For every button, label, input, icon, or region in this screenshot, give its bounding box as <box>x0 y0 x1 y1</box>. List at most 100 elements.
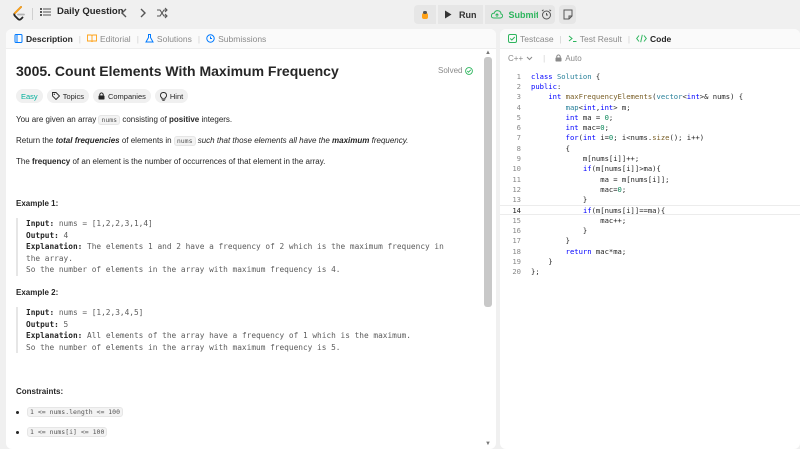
code-line[interactable]: 10 if(m[nums[i]]>ma){ <box>500 164 800 174</box>
line-number: 4 <box>516 102 521 112</box>
example-2-title: Example 2: <box>16 288 59 297</box>
explanation-text: So the number of elements in the array w… <box>26 265 341 274</box>
right-tab-bar: Testcase | Test Result | Code <box>500 29 800 49</box>
code-line[interactable]: 6 int mac=0; <box>500 122 800 132</box>
text: You are given an array <box>16 115 99 124</box>
leetcode-logo-icon[interactable] <box>12 6 26 22</box>
auto-mode-toggle[interactable]: Auto <box>555 54 582 63</box>
line-number: 20 <box>512 267 521 277</box>
bold-text: positive <box>169 115 200 124</box>
line-code: int ma = 0; <box>565 112 614 122</box>
submit-label: Submit <box>508 9 540 20</box>
daily-question-button[interactable]: Daily Question <box>40 6 124 17</box>
italic-text: frequency. <box>369 136 409 145</box>
companies-tag-button[interactable]: Companies <box>92 89 151 103</box>
code-line[interactable]: 8 { <box>500 143 800 153</box>
chevron-right-icon[interactable] <box>139 7 147 19</box>
divider <box>32 8 33 20</box>
code-line[interactable]: 20}; <box>500 267 800 277</box>
input-label: Input: <box>26 308 55 317</box>
timer-button[interactable] <box>538 5 555 24</box>
code-line[interactable]: 12 mac=0; <box>500 184 800 194</box>
code-line[interactable]: 13 } <box>500 195 800 205</box>
code-line[interactable]: 1 class Solution { <box>500 71 800 81</box>
example-2-output: Output: 5 <box>26 319 476 331</box>
run-button[interactable]: Run <box>438 5 483 24</box>
scroll-down-arrow[interactable]: ▼ <box>485 441 491 447</box>
line-number: 16 <box>512 226 521 236</box>
bold-italic-text: maximum <box>332 136 370 145</box>
description-paragraph-3: The frequency of an element is the numbe… <box>16 156 325 167</box>
line-code: { <box>531 143 570 153</box>
code-line[interactable]: 5 int ma = 0; <box>500 112 800 122</box>
code-line[interactable]: 2 public: <box>500 81 800 91</box>
text: of elements in <box>119 136 174 145</box>
run-label: Run <box>459 9 477 20</box>
code-line[interactable]: 18 return mac*ma; <box>500 246 800 256</box>
shuffle-icon[interactable] <box>156 7 168 19</box>
code-line[interactable]: 16 } <box>500 225 800 235</box>
line-code: mac=0; <box>531 184 627 194</box>
tab-code[interactable]: Code <box>636 34 671 44</box>
bulb-icon <box>159 91 167 101</box>
example-1-explanation: Explanation: The elements 1 and 2 have a… <box>26 241 476 253</box>
language-select[interactable]: C++ <box>508 54 533 63</box>
problem-title: 3005. Count Elements With Maximum Freque… <box>16 63 339 79</box>
example-1-input: Input: nums = [1,2,2,3,1,4] <box>26 218 476 230</box>
explanation-text: So the number of elements in the array w… <box>26 342 341 352</box>
code-line[interactable]: 3 int maxFrequencyElements(vector<int>& … <box>500 92 800 102</box>
scroll-up-arrow[interactable]: ▲ <box>485 50 491 56</box>
line-code: public: <box>531 81 562 91</box>
hint-label: Hint <box>169 91 184 101</box>
code-line[interactable]: 19 } <box>500 256 800 266</box>
hint-tag-button[interactable]: Hint <box>154 89 189 103</box>
code-line[interactable]: 15 mac++; <box>500 215 800 225</box>
history-icon <box>206 34 215 43</box>
line-code: } <box>531 226 588 236</box>
code-line[interactable]: 9 m[nums[i]]++; <box>500 153 800 163</box>
topics-label: Topics <box>62 91 84 101</box>
bug-icon <box>422 10 428 19</box>
notes-button[interactable] <box>559 5 576 24</box>
solved-label: Solved <box>438 66 463 75</box>
code-editor[interactable]: 1 class Solution {2 public: 3 int maxFreque… <box>500 71 800 277</box>
tab-submissions[interactable]: Submissions <box>206 34 266 44</box>
top-right-tools <box>538 5 576 24</box>
explanation-text: All elements of the array have a frequen… <box>82 331 411 340</box>
submit-button[interactable]: Submit <box>484 5 545 24</box>
problem-tags: Easy Topics Companies Hint <box>16 89 189 103</box>
code-line[interactable]: 4 map<int,int> m; <box>500 102 800 112</box>
code-line[interactable]: 7 for(int i=0; i<nums.size(); i++) <box>500 133 800 143</box>
output-value: 4 <box>58 230 69 240</box>
code-panel: Testcase | Test Result | Code C++ | Auto… <box>500 29 800 449</box>
line-code: if(m[nums[i]]==ma){ <box>582 205 666 215</box>
line-code: }; <box>531 267 540 277</box>
tab-divider: | <box>78 33 81 44</box>
line-number: 1 <box>516 71 521 81</box>
line-code: } <box>531 195 588 205</box>
description-panel: Description | Editorial | Solutions | Su… <box>6 29 496 449</box>
tab-description[interactable]: Description <box>14 34 73 44</box>
constraints-title: Constraints: <box>16 387 64 396</box>
tab-solutions[interactable]: Solutions <box>145 34 192 44</box>
tab-test-result[interactable]: Test Result <box>568 34 622 44</box>
line-code: return mac*ma; <box>565 246 627 256</box>
line-code: mac++; <box>531 215 627 225</box>
flask-icon <box>145 34 154 43</box>
explanation-text: the array. <box>26 253 73 263</box>
debug-button[interactable] <box>414 5 436 24</box>
tab-test-result-label: Test Result <box>579 33 622 44</box>
line-number: 3 <box>516 92 521 102</box>
line-code: } <box>531 236 570 246</box>
chevron-left-icon[interactable] <box>120 7 128 19</box>
tab-testcase[interactable]: Testcase <box>508 34 554 44</box>
bullet-dot <box>16 430 19 434</box>
code-line[interactable]: 11 ma = m[nums[i]]; <box>500 174 800 184</box>
code-line[interactable]: 14 if(m[nums[i]]==ma){ <box>500 204 800 216</box>
topics-tag-button[interactable]: Topics <box>46 89 89 103</box>
tab-editorial[interactable]: Editorial <box>87 34 131 44</box>
code-line[interactable]: 17 } <box>500 236 800 246</box>
lock-icon <box>98 92 105 100</box>
scrollbar-thumb[interactable] <box>484 57 492 307</box>
line-number: 6 <box>516 123 521 133</box>
